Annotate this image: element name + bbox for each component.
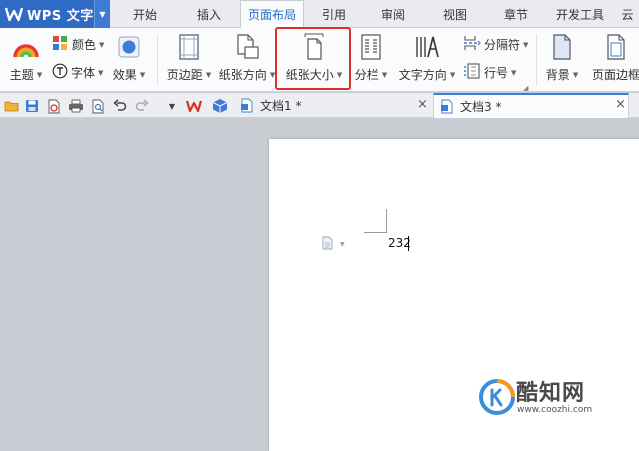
color-label: 颜色	[72, 38, 97, 52]
print-icon[interactable]	[68, 98, 84, 114]
watermark-brand-name: 酷知网	[516, 381, 586, 406]
margin-corner-mark	[364, 232, 386, 233]
cloud-box-icon[interactable]	[212, 98, 228, 114]
doc-tab-1-label: 文档1 *	[260, 99, 302, 113]
paper-size-highlight-box	[275, 27, 351, 90]
color-button[interactable]: 颜色 ▼	[52, 35, 104, 54]
separator-label: 分隔符	[484, 38, 521, 52]
background-button[interactable]: 背景 ▼	[543, 32, 581, 88]
margins-button[interactable]: 页边距 ▼	[165, 32, 213, 88]
customize-dropdown-icon[interactable]: ▼	[164, 98, 180, 114]
page-background-icon	[551, 32, 573, 62]
margins-dropdown-arrow-icon: ▼	[205, 70, 212, 79]
menu-bar: WPS 文字 ▼ 开始 插入 页面布局 引用 审阅 视图 章节 开发工具 云	[0, 0, 639, 29]
menu-tabs: 开始 插入 页面布局 引用 审阅 视图 章节 开发工具 云	[112, 0, 639, 29]
ribbon-separator	[536, 34, 537, 86]
page-orientation-icon	[234, 32, 260, 62]
margins-label: 页边距	[166, 68, 203, 82]
theme-label: 主题	[9, 68, 34, 82]
effect-circle-icon	[117, 32, 141, 62]
print-preview-icon[interactable]	[90, 98, 106, 114]
word-doc-icon	[440, 99, 454, 114]
paragraph-handle[interactable]: ▼	[321, 236, 345, 253]
save-icon[interactable]	[24, 98, 40, 114]
undo-icon[interactable]	[112, 98, 128, 114]
coozhi-logo-icon	[479, 379, 515, 415]
effect-label: 效果	[112, 68, 137, 82]
page-border-label: 页面边框	[591, 68, 639, 82]
line-number-dropdown-arrow-icon: ▼	[511, 68, 517, 77]
orientation-button[interactable]: 纸张方向 ▼	[218, 32, 275, 88]
word-doc-icon	[240, 98, 254, 113]
paragraph-doc-icon	[321, 236, 335, 253]
text-direction-label: 文字方向	[398, 68, 447, 82]
tab-developer-tools[interactable]: 开发工具	[544, 0, 616, 28]
tab-references[interactable]: 引用	[304, 0, 364, 28]
app-dropdown-arrow-icon[interactable]: ▼	[94, 0, 110, 28]
text-cursor	[408, 236, 409, 251]
background-label: 背景	[545, 68, 570, 82]
watermark-url: www.coozhi.com	[517, 405, 593, 415]
font-dropdown-arrow-icon: ▼	[98, 68, 104, 77]
app-menu-button[interactable]: WPS 文字 ▼	[0, 0, 110, 28]
separator-button[interactable]: 分隔符 ▼	[463, 35, 528, 54]
effect-button[interactable]: 效果 ▼	[110, 32, 148, 88]
color-palette-icon	[52, 35, 68, 54]
color-dropdown-arrow-icon: ▼	[99, 40, 105, 49]
page-border-button[interactable]: 页面边框	[588, 32, 639, 88]
paragraph-dropdown-arrow-icon: ▼	[340, 241, 345, 248]
app-name: WPS 文字	[27, 8, 94, 24]
effect-dropdown-arrow-icon: ▼	[139, 70, 146, 79]
tab-review[interactable]: 审阅	[364, 0, 422, 28]
redo-icon[interactable]	[134, 98, 150, 114]
line-number-icon	[463, 63, 481, 82]
watermark: 酷知网 www.coozhi.com	[478, 375, 628, 423]
line-number-label: 行号	[484, 66, 509, 80]
orientation-label: 纸张方向	[218, 68, 267, 82]
tab-chapter[interactable]: 章节	[488, 0, 544, 28]
tab-view[interactable]: 视图	[422, 0, 488, 28]
doc-tab-3-label: 文档3 *	[460, 100, 502, 114]
export-pdf-icon[interactable]	[46, 98, 62, 114]
columns-label: 分栏	[354, 68, 379, 82]
ribbon-separator	[157, 34, 158, 86]
rainbow-theme-icon	[13, 32, 39, 62]
text-direction-dropdown-arrow-icon: ▼	[449, 70, 456, 79]
font-t-icon	[52, 63, 68, 82]
open-folder-icon[interactable]	[4, 98, 20, 114]
tab-insert[interactable]: 插入	[178, 0, 240, 28]
background-dropdown-arrow-icon: ▼	[572, 70, 579, 79]
font-label: 字体	[71, 66, 96, 80]
wps-w-icon[interactable]	[186, 98, 202, 114]
theme-button[interactable]: 主题 ▼	[8, 32, 44, 88]
tab-page-layout[interactable]: 页面布局	[240, 0, 304, 29]
text-direction-icon	[414, 32, 440, 62]
theme-dropdown-arrow-icon: ▼	[36, 70, 43, 79]
tab-home[interactable]: 开始	[112, 0, 178, 28]
columns-button[interactable]: 分栏 ▼	[352, 32, 390, 88]
wps-logo-icon	[5, 5, 23, 23]
columns-dropdown-arrow-icon: ▼	[381, 70, 388, 79]
line-number-button[interactable]: 行号 ▼	[463, 63, 516, 82]
quick-access-bar: ▼ 文档1 * × 文档3 * ×	[0, 93, 639, 118]
separator-dropdown-arrow-icon: ▼	[523, 40, 529, 49]
doc-tab-3[interactable]: 文档3 *	[433, 93, 629, 118]
dialog-launcher-icon[interactable]: ◢	[523, 84, 528, 92]
close-doc-1-icon[interactable]: ×	[417, 97, 428, 112]
text-direction-button[interactable]: 文字方向 ▼	[397, 32, 457, 88]
close-doc-3-icon[interactable]: ×	[615, 97, 626, 112]
page-margins-icon	[178, 32, 200, 62]
columns-icon	[360, 32, 382, 62]
doc-tab-1[interactable]: 文档1 *	[238, 93, 430, 118]
page-break-icon	[463, 35, 481, 54]
tab-cloud[interactable]: 云	[616, 0, 639, 28]
page-border-icon	[605, 32, 627, 62]
font-button[interactable]: 字体 ▼	[52, 63, 103, 82]
margin-corner-mark	[386, 209, 387, 233]
